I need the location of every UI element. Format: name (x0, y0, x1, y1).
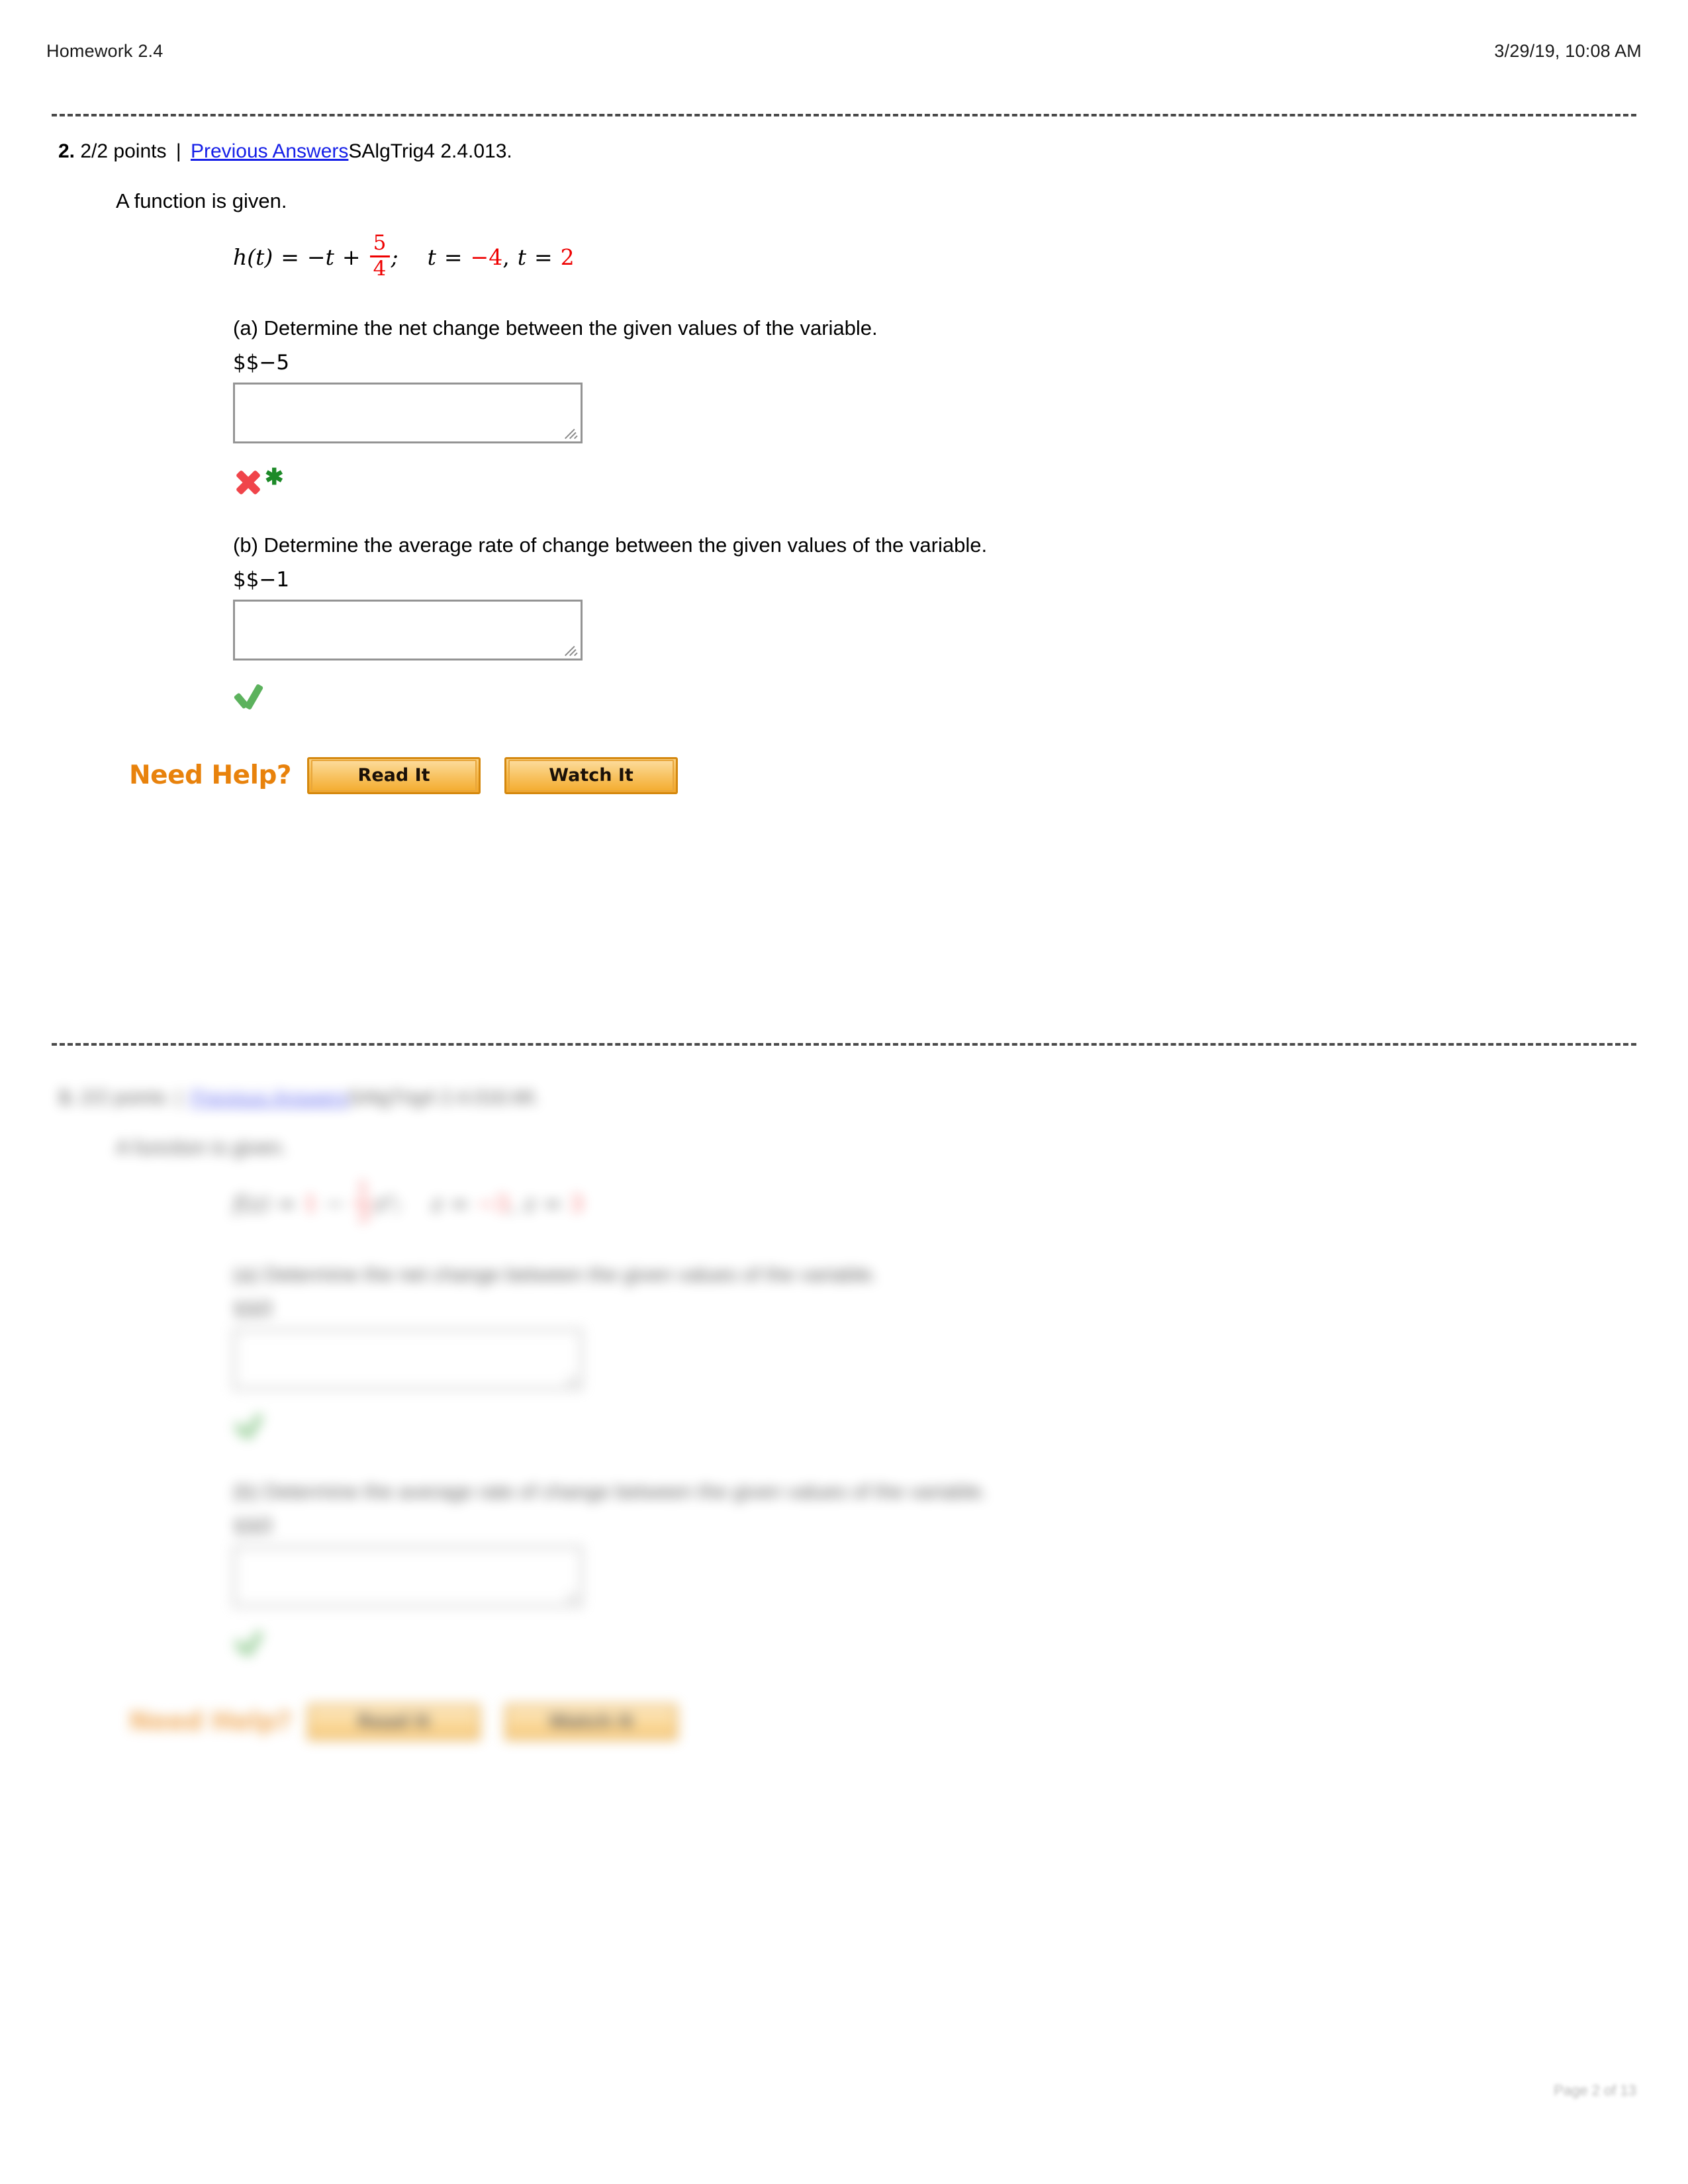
part-a-grade-row (233, 1412, 1688, 1443)
need-help-label: Need Help? (129, 760, 292, 790)
headline-separator: | (175, 1087, 181, 1109)
question-part-b: (b) Determine the average rate of change… (233, 533, 1688, 713)
question-number: 3. (58, 1087, 75, 1109)
resize-grip-icon[interactable] (564, 1588, 579, 1603)
green-check-icon (233, 683, 266, 713)
function-formula: h(t) = −t + 5 4 ; t = −4 , t = 2 (233, 231, 1688, 281)
fraction-numerator: 1 (356, 1177, 370, 1202)
formula-plus: − (326, 1191, 344, 1216)
question-points: 2/2 points (80, 1087, 167, 1109)
resize-grip-icon[interactable] (564, 425, 579, 439)
question-headline: 2. 2/2 points | Previous AnswersSAlgTrig… (58, 139, 1688, 164)
section-divider-middle (52, 1043, 1636, 1046)
question-number: 2. (58, 140, 75, 162)
formula-plus: + (342, 244, 361, 270)
read-it-button[interactable]: Read It (307, 1703, 481, 1741)
formula-var1-equals: = (450, 1191, 469, 1216)
resize-grip-icon[interactable] (564, 642, 579, 657)
question-block-2: 2. 2/2 points | Previous AnswersSAlgTrig… (0, 139, 1688, 798)
formula-var2-equals: = (534, 244, 553, 270)
formula-comma: , (509, 1191, 516, 1216)
part-a-grade-row: ✱ (233, 466, 1688, 496)
fraction-denominator: 4 (373, 257, 387, 281)
part-b-label: (b) Determine the average rate of change… (233, 533, 988, 557)
previous-answers-link[interactable]: Previous Answers (191, 140, 348, 162)
part-a-answer-echo: $$−5 (233, 350, 290, 375)
read-it-label: Read It (357, 765, 430, 786)
watch-it-label: Watch It (549, 765, 633, 786)
read-it-label: Read It (357, 1711, 430, 1732)
formula-term: 1 (304, 1191, 318, 1216)
formula-fraction: 5 4 (369, 231, 390, 281)
watch-it-button[interactable]: Watch It (504, 756, 679, 794)
formula-var2-label: t (517, 244, 526, 270)
function-formula: f(z) = 1 − 1 3 z²; z = −3 , z = 3 (233, 1179, 1688, 1227)
part-b-label: (b) Determine the average rate of change… (233, 1479, 988, 1503)
fraction-numerator: 5 (373, 231, 387, 255)
formula-var2-equals: = (543, 1191, 562, 1216)
part-b-grade-row (233, 683, 1688, 713)
need-help-label: Need Help? (129, 1707, 292, 1737)
need-help-row: Need Help? Read It Watch It (129, 1700, 1688, 1745)
formula-semicolon: z²; (374, 1191, 402, 1216)
formula-var2-label: z (524, 1191, 536, 1216)
watch-it-button[interactable]: Watch It (504, 1703, 679, 1741)
formula-semicolon: ; (391, 244, 399, 270)
read-it-button[interactable]: Read It (307, 756, 481, 794)
resize-grip-icon[interactable] (564, 1371, 579, 1386)
part-b-answer-input[interactable] (233, 1545, 583, 1607)
question-headline: 3. 2/2 points | Previous AnswersSAlgTrig… (58, 1085, 1688, 1111)
formula-var1-label: z (431, 1191, 443, 1216)
part-b-answer-input[interactable] (233, 599, 583, 660)
formula-comma: , (502, 244, 510, 270)
question-part-b: (b) Determine the average rate of change… (233, 1480, 1688, 1660)
question-prompt: A function is given. (116, 1135, 287, 1159)
formula-lhs: f(z) (233, 1191, 270, 1216)
question-prompt: A function is given. (116, 189, 287, 212)
formula-var1-equals: = (444, 244, 463, 270)
question-block-3: 3. 2/2 points | Previous AnswersSAlgTrig… (0, 1085, 1688, 1745)
print-timestamp: 3/29/19, 10:08 AM (1494, 41, 1642, 61)
question-code: SAlgTrig4 2.4.016.MI. (348, 1087, 540, 1109)
part-a-answer-input[interactable] (233, 382, 583, 443)
headline-separator: | (175, 140, 181, 162)
fraction-denominator: 3 (356, 1203, 370, 1227)
part-b-answer-echo: $$0 (233, 1514, 273, 1538)
page-footer: Page 2 of 13 (52, 2082, 1636, 2099)
formula-fraction: 1 3 (353, 1179, 373, 1226)
question-part-a: (a) Determine the net change between the… (233, 1263, 1688, 1443)
part-a-answer-echo: $$0 (233, 1297, 273, 1321)
need-help-row: Need Help? Read It Watch It (129, 753, 1688, 798)
formula-term: −t (306, 244, 334, 270)
formula-var1-value: −3 (477, 1191, 510, 1216)
question-part-a: (a) Determine the net change between the… (233, 316, 1688, 496)
formula-var1-label: t (427, 244, 436, 270)
watch-it-label: Watch It (549, 1711, 633, 1732)
green-check-icon (233, 1629, 266, 1659)
document-title: Homework 2.4 (46, 41, 164, 61)
formula-var1-value: −4 (470, 244, 503, 270)
part-a-label: (a) Determine the net change between the… (233, 316, 878, 340)
question-points: 2/2 points (80, 140, 167, 162)
question-code: SAlgTrig4 2.4.013. (348, 140, 512, 162)
part-b-grade-row (233, 1629, 1688, 1660)
green-asterisk-icon: ✱ (265, 464, 284, 490)
formula-lhs: h(t) (233, 244, 273, 270)
formula-equals: = (277, 1191, 297, 1216)
part-b-answer-echo: $$−1 (233, 567, 290, 592)
previous-answers-link[interactable]: Previous Answers (191, 1087, 348, 1109)
formula-var2-value: 3 (569, 1191, 584, 1216)
formula-equals: = (281, 244, 299, 270)
page-header: Homework 2.4 3/29/19, 10:08 AM (46, 41, 1642, 68)
footer-page-number: Page 2 of 13 (1554, 2082, 1636, 2099)
formula-var2-value: 2 (560, 244, 575, 270)
green-check-icon (233, 1412, 266, 1442)
part-a-answer-input[interactable] (233, 1328, 583, 1390)
red-x-icon (233, 467, 263, 496)
section-divider-top (52, 114, 1636, 116)
part-a-label: (a) Determine the net change between the… (233, 1262, 878, 1286)
